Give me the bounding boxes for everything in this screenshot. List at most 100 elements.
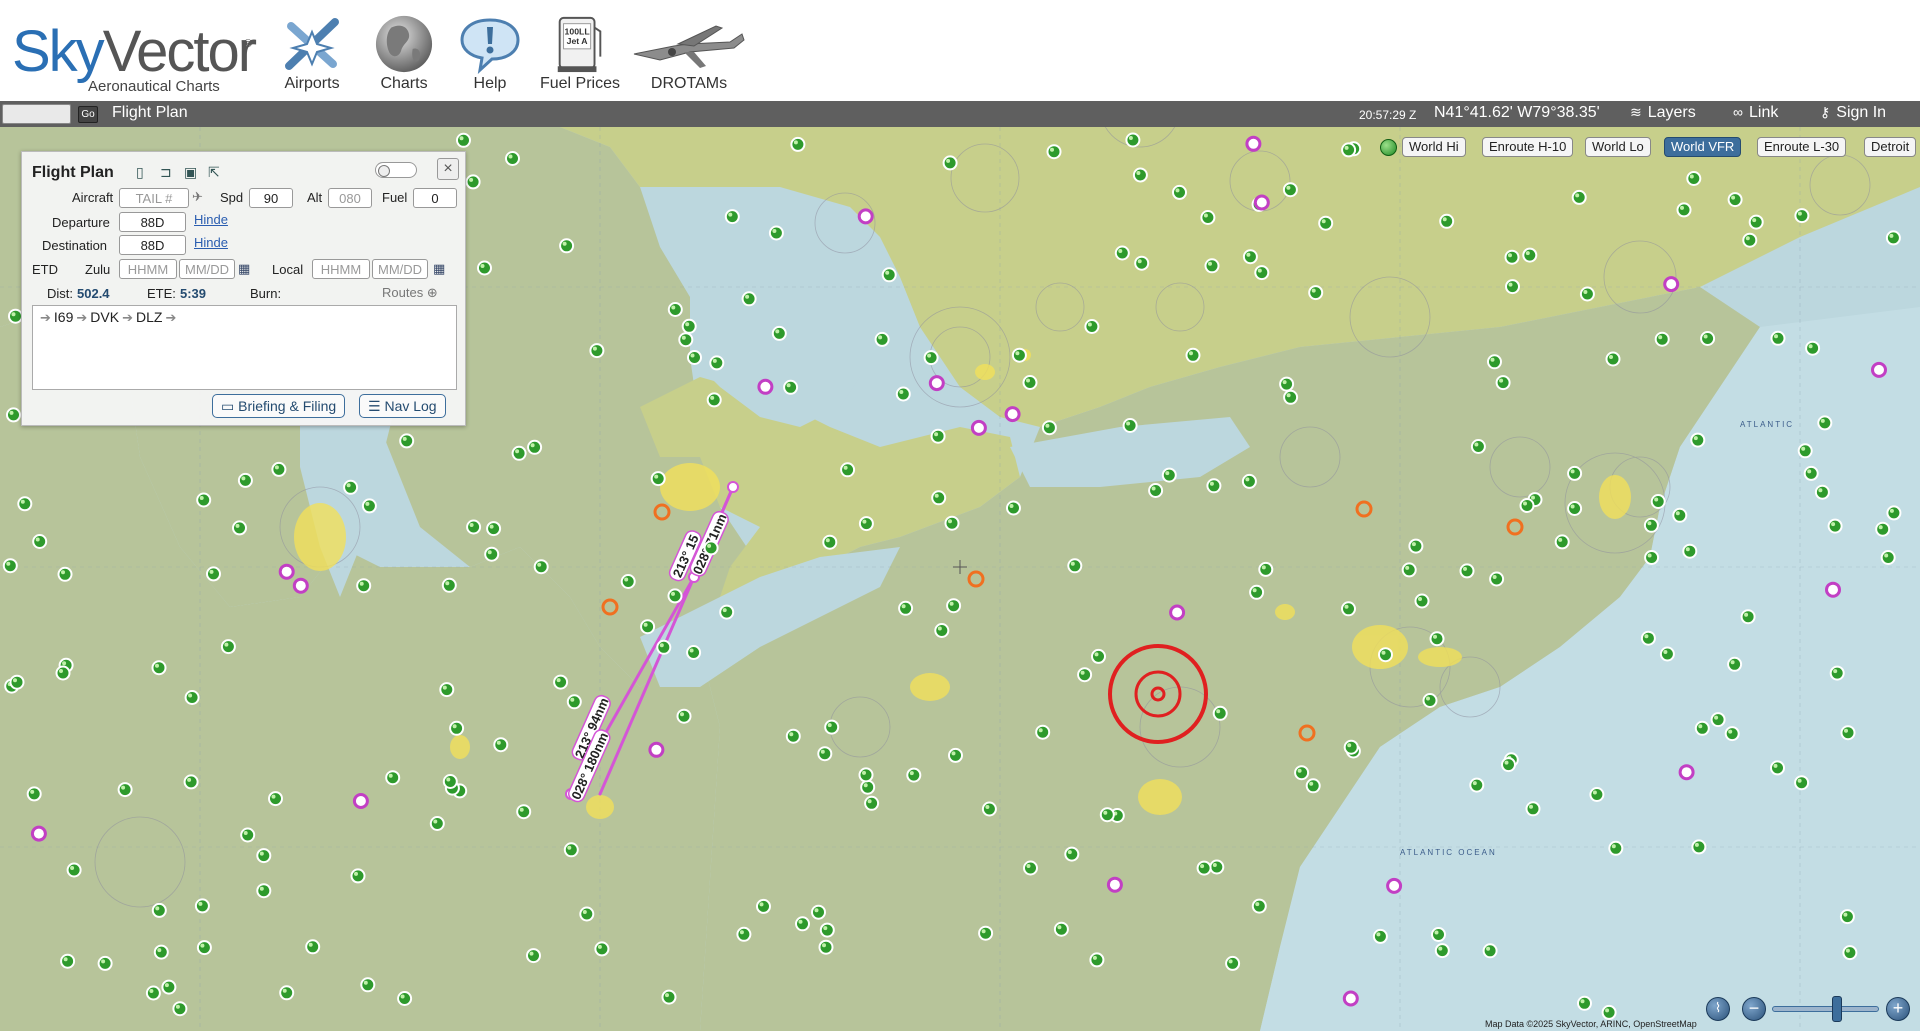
airport-marker[interactable] [1724, 726, 1740, 742]
airport-marker[interactable] [1132, 167, 1148, 183]
chart-button-world-hi[interactable]: World Hi [1402, 137, 1466, 157]
airport-marker[interactable] [1682, 543, 1698, 559]
airport-marker[interactable] [1605, 351, 1621, 367]
airport-marker[interactable] [1225, 955, 1241, 971]
airport-marker[interactable] [706, 392, 722, 408]
airport-marker-magenta[interactable] [757, 378, 774, 395]
airport-marker[interactable] [17, 496, 33, 512]
airport-marker[interactable] [1089, 952, 1105, 968]
airport-marker[interactable] [441, 577, 457, 593]
airport-marker[interactable] [906, 767, 922, 783]
airport-marker[interactable] [397, 991, 413, 1006]
airport-marker[interactable] [1827, 518, 1843, 534]
airport-marker[interactable] [1439, 213, 1455, 229]
airport-marker[interactable] [305, 939, 321, 955]
go-button[interactable]: Go [78, 106, 98, 123]
airport-marker[interactable] [1803, 465, 1819, 481]
chart-button-detroit[interactable]: Detroit [1864, 137, 1917, 157]
airport-marker[interactable] [1814, 484, 1830, 500]
airport-marker[interactable] [1249, 584, 1265, 600]
airport-marker[interactable] [1408, 538, 1424, 554]
airport-marker-magenta[interactable] [1871, 361, 1887, 378]
airport-marker[interactable] [1378, 647, 1393, 663]
airport-marker-magenta[interactable] [1342, 990, 1359, 1007]
airport-marker[interactable] [343, 479, 359, 495]
zulu-time-field[interactable] [119, 259, 177, 279]
calendar-icon[interactable]: ▦ [433, 261, 445, 277]
airport-marker[interactable] [930, 428, 946, 444]
airport-marker[interactable] [686, 645, 702, 660]
airport-marker[interactable] [667, 588, 683, 604]
airport-marker[interactable] [465, 174, 481, 190]
airport-marker-magenta[interactable] [1106, 876, 1123, 893]
airport-marker[interactable] [1459, 563, 1475, 579]
airport-marker[interactable] [656, 639, 672, 655]
airport-marker[interactable] [898, 600, 914, 616]
airport-marker[interactable] [858, 767, 874, 783]
airport-marker[interactable] [579, 906, 595, 922]
airport-marker[interactable] [466, 519, 482, 535]
airport-marker[interactable] [1805, 340, 1821, 356]
route-waypoint[interactable]: I69 [54, 309, 73, 325]
airport-marker[interactable] [456, 132, 471, 148]
airport-marker[interactable] [1748, 214, 1764, 230]
airport-marker[interactable] [703, 540, 719, 556]
open-folder-icon[interactable]: ⊐ [160, 164, 172, 181]
airport-marker[interactable] [566, 694, 582, 710]
airport-marker[interactable] [57, 566, 73, 582]
airport-marker[interactable] [1567, 501, 1583, 516]
airport-marker[interactable] [6, 407, 21, 423]
airport-marker[interactable] [1046, 144, 1062, 160]
airport-marker[interactable] [1875, 521, 1891, 537]
airport-marker[interactable] [687, 350, 702, 365]
airport-marker[interactable] [1579, 286, 1595, 302]
airport-marker[interactable] [1589, 787, 1605, 802]
airport-marker[interactable] [1011, 347, 1027, 363]
airport-marker[interactable] [1525, 801, 1541, 817]
airport-marker[interactable] [1283, 389, 1299, 405]
airport-marker[interactable] [161, 979, 177, 995]
new-document-icon[interactable]: ▯ [136, 164, 144, 181]
airport-marker[interactable] [736, 926, 752, 942]
airport-marker[interactable] [594, 941, 610, 957]
airport-marker[interactable] [895, 386, 911, 402]
altitude-field[interactable] [328, 188, 372, 208]
airport-marker[interactable] [1886, 505, 1902, 521]
airport-marker[interactable] [1640, 630, 1656, 646]
airport-marker[interactable] [196, 492, 212, 508]
airport-marker[interactable] [1577, 995, 1592, 1011]
airport-marker[interactable] [1204, 258, 1220, 274]
airport-marker[interactable] [1522, 247, 1538, 263]
chart-status-icon[interactable] [1380, 139, 1397, 156]
save-icon[interactable]: ▣ [184, 164, 197, 181]
nav-fuel-prices-button[interactable]: 100LL Jet A Fuel Prices [538, 14, 622, 96]
airport-marker[interactable] [741, 291, 757, 307]
airport-marker[interactable] [1308, 285, 1324, 301]
airport-marker[interactable] [505, 151, 520, 166]
airport-marker[interactable] [795, 916, 810, 932]
airport-marker[interactable] [771, 325, 787, 341]
airport-marker[interactable] [385, 770, 401, 786]
airport-marker[interactable] [97, 955, 113, 971]
chart-button-world-vfr[interactable]: World VFR [1664, 137, 1742, 157]
close-icon[interactable]: × [437, 158, 459, 180]
airport-marker[interactable] [26, 786, 42, 802]
airport-marker[interactable] [824, 719, 840, 735]
airport-marker[interactable] [516, 804, 532, 820]
airport-marker[interactable] [1691, 839, 1707, 855]
airport-marker[interactable] [32, 534, 48, 549]
airport-marker[interactable] [1206, 478, 1222, 494]
airport-marker[interactable] [1041, 420, 1057, 436]
airport-marker[interactable] [1650, 494, 1666, 509]
airport-marker[interactable] [1686, 171, 1702, 186]
airport-marker[interactable] [1064, 846, 1080, 862]
airport-marker[interactable] [60, 953, 76, 969]
airport-marker[interactable] [1212, 705, 1228, 721]
speed-field[interactable] [249, 188, 293, 208]
airport-marker-magenta[interactable] [30, 825, 47, 842]
airport-marker-magenta[interactable] [1663, 276, 1680, 293]
airport-marker[interactable] [942, 155, 958, 171]
airport-marker[interactable] [676, 708, 692, 724]
airport-marker[interactable] [822, 534, 838, 550]
airport-marker[interactable] [1840, 725, 1856, 741]
